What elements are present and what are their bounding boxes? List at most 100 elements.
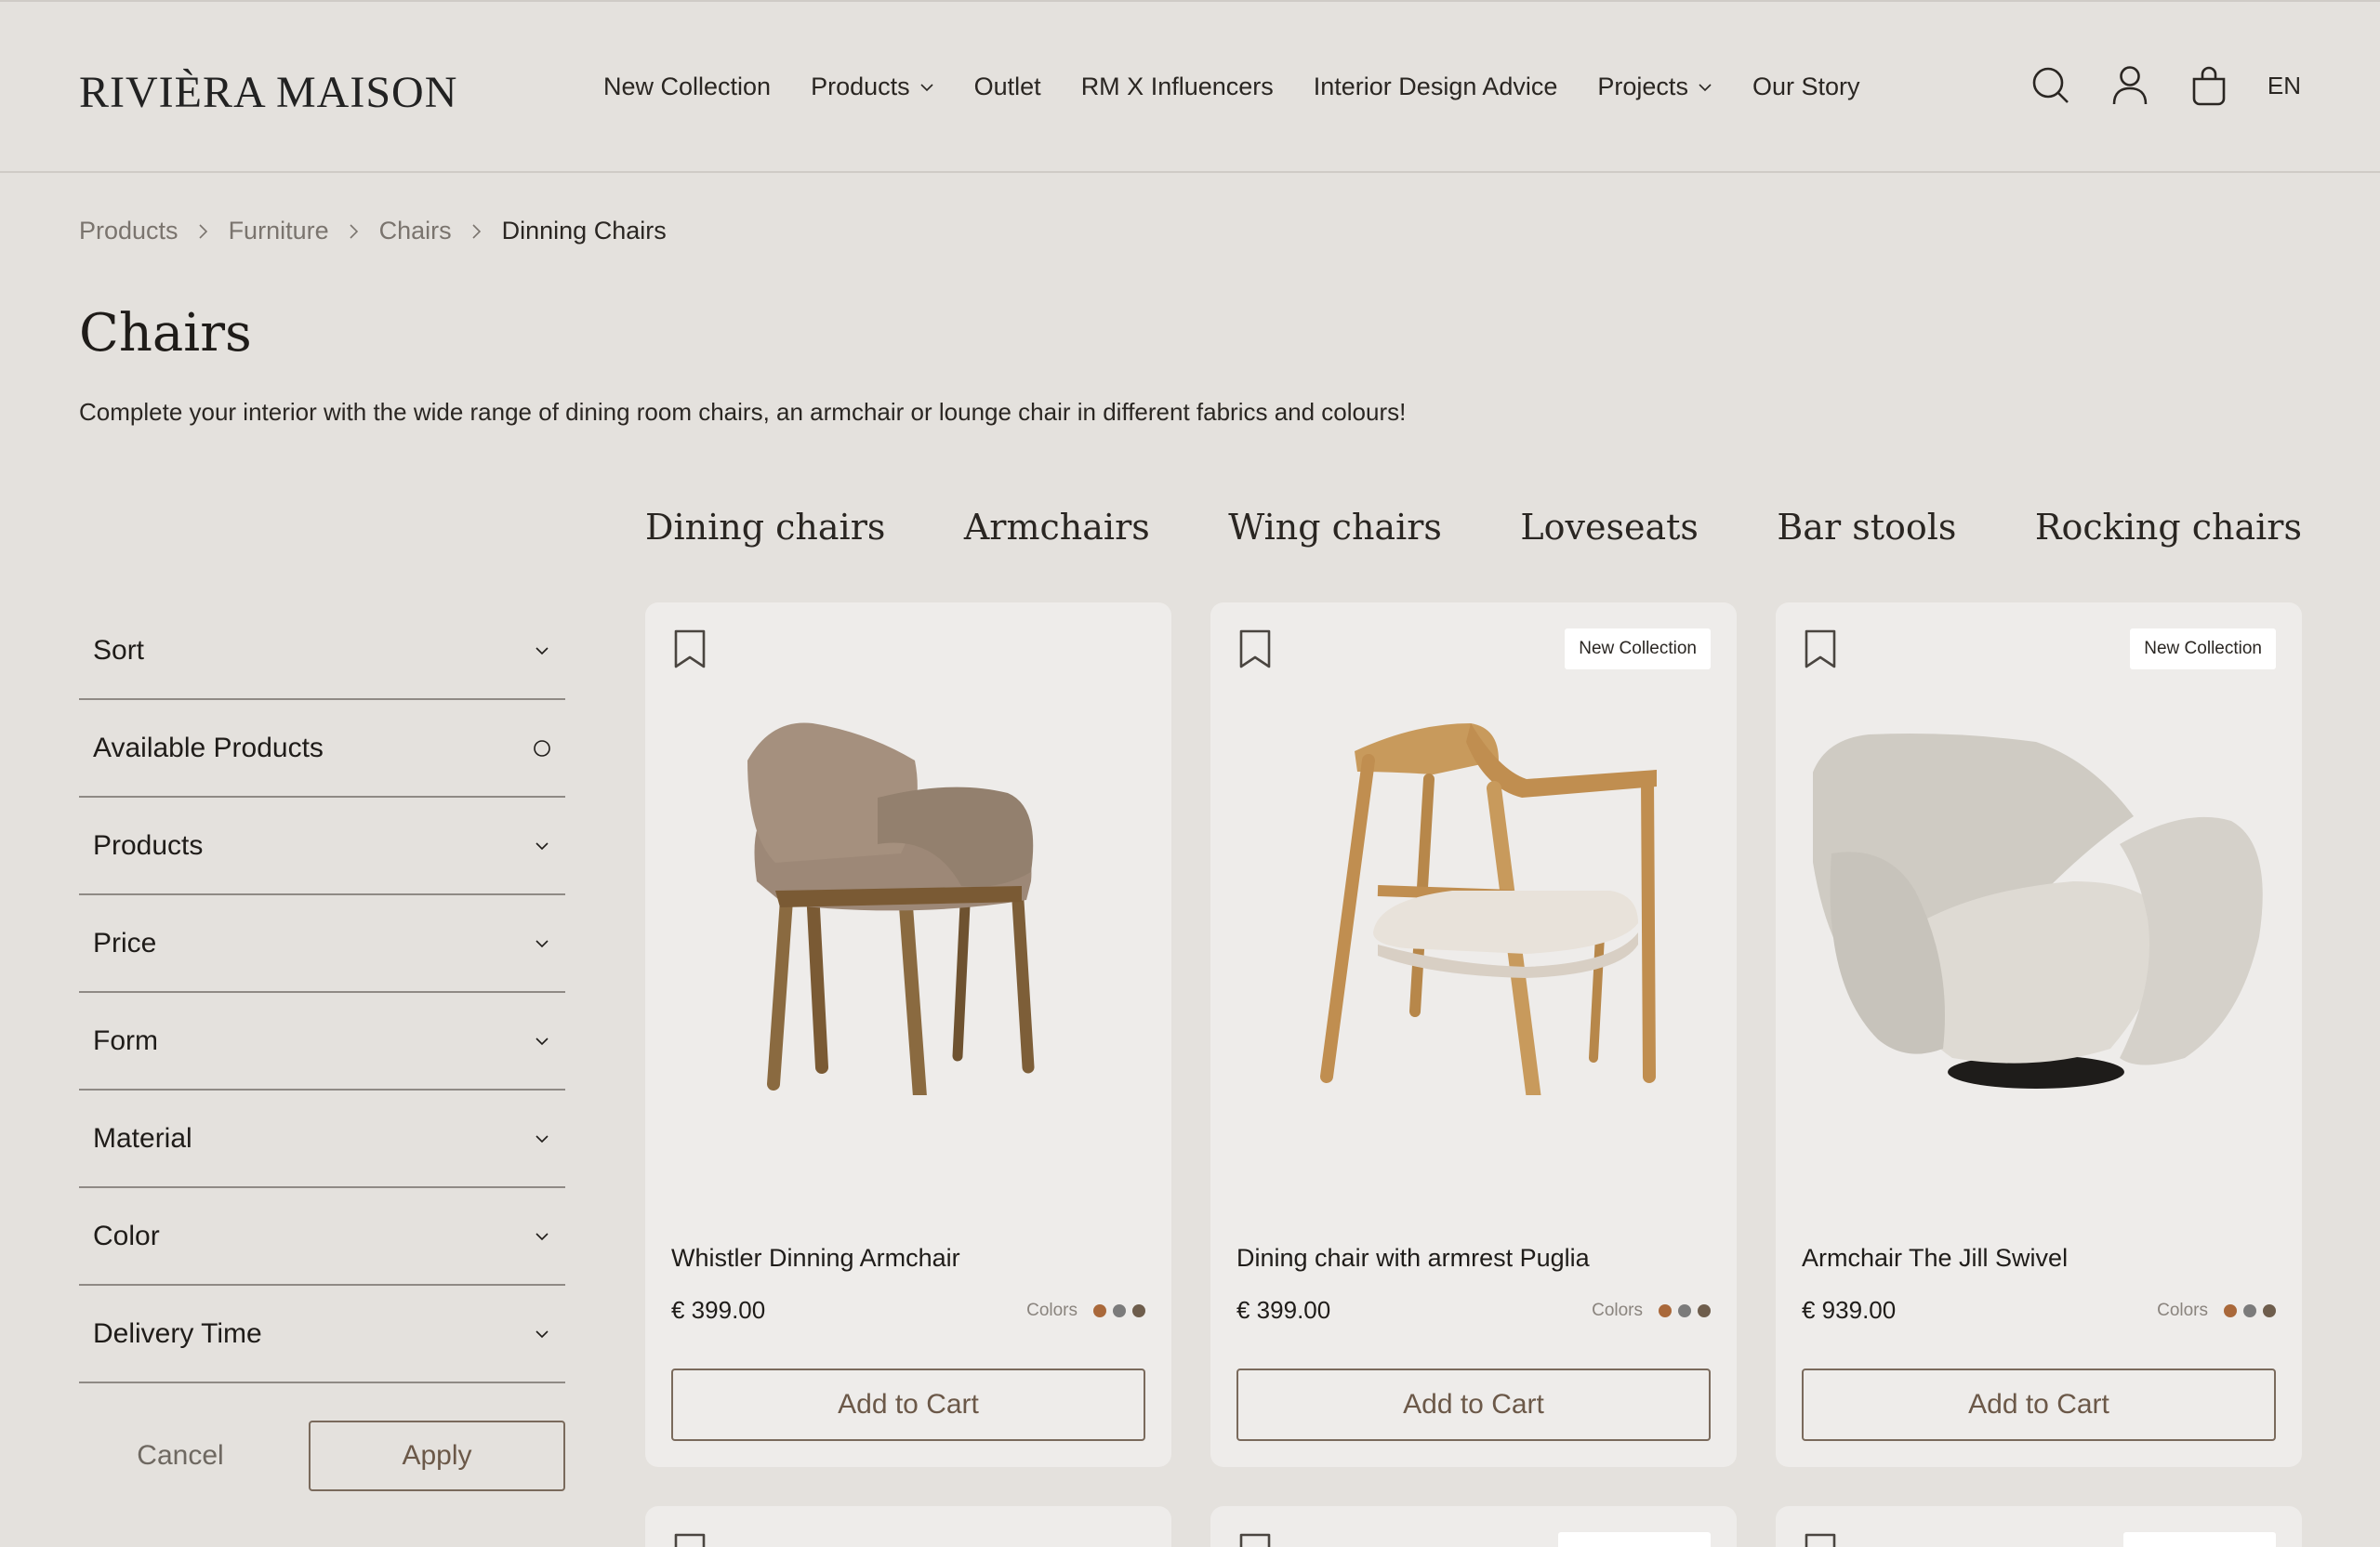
product-card[interactable]: New Collection Armchair The Jill Swivel … xyxy=(1776,602,2302,1467)
color-swatch[interactable] xyxy=(2224,1304,2237,1317)
nav-label: Outlet xyxy=(973,73,1041,100)
color-swatch[interactable] xyxy=(1113,1304,1126,1317)
bookmark-icon[interactable] xyxy=(1804,1532,1837,1547)
nav-item-design-advice[interactable]: Interior Design Advice xyxy=(1314,73,1558,101)
category-tabs: Dining chairs Armchairs Wing chairs Love… xyxy=(645,507,2302,548)
bookmark-icon[interactable] xyxy=(673,1532,707,1547)
color-swatch[interactable] xyxy=(2263,1304,2276,1317)
color-options: Colors xyxy=(2157,1301,2276,1321)
color-swatch[interactable] xyxy=(1698,1304,1711,1317)
category-tab-dining-chairs[interactable]: Dining chairs xyxy=(645,507,885,548)
bookmark-icon[interactable] xyxy=(1238,628,1272,669)
product-name[interactable]: Whistler Dinning Armchair xyxy=(671,1244,960,1273)
filter-available-products[interactable]: Available Products xyxy=(79,700,565,798)
new-collection-badge: New Collection xyxy=(2130,628,2276,669)
chevron-right-icon xyxy=(197,222,210,241)
color-options: Colors xyxy=(1592,1301,1711,1321)
badge-stub xyxy=(1558,1532,1711,1547)
filter-delivery-time[interactable]: Delivery Time xyxy=(79,1286,565,1383)
filter-sort[interactable]: Sort xyxy=(79,602,565,700)
category-tab-wing-chairs[interactable]: Wing chairs xyxy=(1228,507,1442,548)
filter-actions: Cancel Apply xyxy=(79,1421,565,1491)
main-nav: New Collection Products Outlet RM X Infl… xyxy=(603,73,1899,101)
add-to-cart-button[interactable]: Add to Cart xyxy=(1802,1368,2276,1441)
site-header: RIVIÈRA MAISON New Collection Products O… xyxy=(0,0,2380,173)
filter-form[interactable]: Form xyxy=(79,993,565,1091)
page-description: Complete your interior with the wide ran… xyxy=(79,398,1407,426)
filter-label: Material xyxy=(93,1122,192,1154)
filter-price[interactable]: Price xyxy=(79,895,565,993)
product-price: € 939.00 xyxy=(1802,1296,1897,1324)
chevron-down-icon xyxy=(1699,83,1712,91)
bookmark-icon[interactable] xyxy=(673,628,707,669)
cancel-button[interactable]: Cancel xyxy=(79,1421,282,1491)
nav-label: RM X Influencers xyxy=(1080,73,1274,100)
nav-label: Products xyxy=(811,73,910,100)
product-name[interactable]: Dining chair with armrest Puglia xyxy=(1236,1244,1590,1273)
category-tab-loveseats[interactable]: Loveseats xyxy=(1520,507,1698,548)
add-to-cart-button[interactable]: Add to Cart xyxy=(1236,1368,1711,1441)
chevron-right-icon xyxy=(348,222,361,241)
add-to-cart-button[interactable]: Add to Cart xyxy=(671,1368,1145,1441)
bag-icon[interactable] xyxy=(2188,65,2229,106)
product-image[interactable] xyxy=(682,705,1134,1095)
filter-label: Color xyxy=(93,1220,160,1251)
category-tab-armchairs[interactable]: Armchairs xyxy=(964,507,1150,548)
breadcrumb-chairs[interactable]: Chairs xyxy=(379,217,452,245)
product-card[interactable]: New Collection Dining chair with armrest… xyxy=(1210,602,1737,1467)
product-price: € 399.00 xyxy=(1236,1296,1331,1324)
product-card[interactable]: Whistler Dinning Armchair € 399.00 Color… xyxy=(645,602,1171,1467)
chevron-down-icon xyxy=(533,641,551,660)
language-selector[interactable]: EN xyxy=(2268,72,2301,100)
user-icon[interactable] xyxy=(2109,65,2150,106)
filter-products[interactable]: Products xyxy=(79,798,565,895)
product-image[interactable] xyxy=(1248,705,1699,1095)
nav-item-projects[interactable]: Projects xyxy=(1597,73,1712,101)
color-options: Colors xyxy=(1026,1301,1145,1321)
bookmark-icon[interactable] xyxy=(1804,628,1837,669)
product-card[interactable] xyxy=(1776,1506,2302,1547)
filter-material[interactable]: Material xyxy=(79,1091,565,1188)
product-card[interactable] xyxy=(1210,1506,1737,1547)
nav-label: Interior Design Advice xyxy=(1313,73,1558,100)
breadcrumb: Products Furniture Chairs Dinning Chairs xyxy=(79,217,667,245)
chevron-down-icon xyxy=(533,934,551,953)
nav-label: Projects xyxy=(1597,73,1688,100)
radio-icon[interactable] xyxy=(533,739,551,758)
filter-label: Delivery Time xyxy=(93,1317,262,1349)
chevron-down-icon xyxy=(533,1032,551,1051)
product-card[interactable] xyxy=(645,1506,1171,1547)
nav-item-new-collection[interactable]: New Collection xyxy=(603,73,771,101)
badge-stub xyxy=(2123,1532,2276,1547)
nav-item-outlet[interactable]: Outlet xyxy=(974,73,1041,101)
filter-label: Form xyxy=(93,1025,158,1056)
header-actions: EN xyxy=(1992,65,2301,106)
breadcrumb-furniture[interactable]: Furniture xyxy=(229,217,329,245)
nav-item-our-story[interactable]: Our Story xyxy=(1752,73,1860,101)
color-swatch[interactable] xyxy=(1659,1304,1672,1317)
color-swatch[interactable] xyxy=(1678,1304,1691,1317)
breadcrumb-current: Dinning Chairs xyxy=(501,217,667,245)
filter-color[interactable]: Color xyxy=(79,1188,565,1286)
colors-label: Colors xyxy=(1026,1301,1078,1320)
color-swatch[interactable] xyxy=(1132,1304,1145,1317)
nav-label: Our Story xyxy=(1752,73,1860,100)
color-swatch[interactable] xyxy=(2243,1304,2256,1317)
filter-label: Products xyxy=(93,829,204,861)
category-tab-bar-stools[interactable]: Bar stools xyxy=(1777,507,1956,548)
bookmark-icon[interactable] xyxy=(1238,1532,1272,1547)
color-swatch[interactable] xyxy=(1093,1304,1106,1317)
filter-label: Price xyxy=(93,927,157,959)
category-tab-rocking-chairs[interactable]: Rocking chairs xyxy=(2035,507,2302,548)
nav-item-influencers[interactable]: RM X Influencers xyxy=(1081,73,1274,101)
nav-item-products[interactable]: Products xyxy=(811,73,934,101)
new-collection-badge: New Collection xyxy=(1565,628,1711,669)
search-icon[interactable] xyxy=(2030,65,2071,106)
breadcrumb-products[interactable]: Products xyxy=(79,217,178,245)
chevron-down-icon xyxy=(533,1227,551,1246)
colors-label: Colors xyxy=(2157,1301,2208,1320)
apply-button[interactable]: Apply xyxy=(309,1421,565,1491)
site-logo[interactable]: RIVIÈRA MAISON xyxy=(79,67,457,118)
product-image[interactable] xyxy=(1813,705,2265,1095)
product-name[interactable]: Armchair The Jill Swivel xyxy=(1802,1244,2068,1273)
